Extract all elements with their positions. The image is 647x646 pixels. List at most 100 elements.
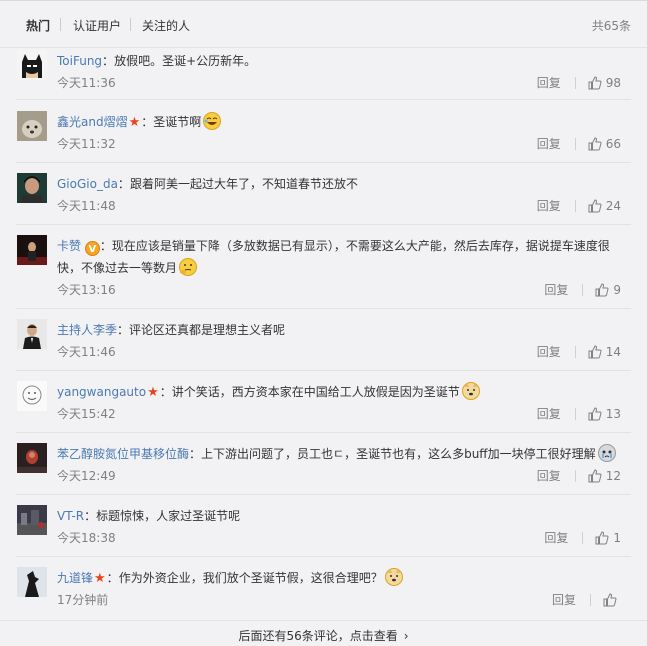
crying-emoji-icon — [597, 444, 616, 462]
chevron-right-icon: › — [403, 629, 409, 643]
comment-time: 今天11:32 — [57, 137, 116, 151]
comment-tabs: 热门 认证用户 关注的人 共65条 — [0, 0, 647, 48]
thumbs-up-icon[interactable] — [603, 592, 617, 607]
divider — [574, 137, 576, 150]
divider — [582, 531, 584, 544]
thumbs-up-icon[interactable] — [588, 75, 602, 90]
username[interactable]: ToiFung — [57, 54, 102, 68]
thumbs-up-icon[interactable] — [588, 406, 602, 421]
comment-time: 今天11:48 — [57, 199, 116, 213]
load-more-label: 后面还有56条评论，点击查看 — [238, 629, 398, 643]
divider — [574, 199, 576, 212]
silhouette-avatar[interactable] — [17, 567, 47, 597]
divider — [590, 593, 591, 606]
thinking-emoji-icon — [179, 258, 198, 276]
divider — [574, 345, 576, 358]
divider — [574, 76, 576, 89]
comment-actions: 回复 98 — [537, 74, 621, 91]
comment-time: 17分钟前 — [57, 593, 109, 607]
username[interactable]: 九道锋 — [57, 571, 93, 585]
comment-body: 跟着阿美一起过大年了，不知道春节还放不 — [129, 177, 358, 191]
like-count: 13 — [605, 406, 621, 421]
comment-item: GioGio_da：跟着阿美一起过大年了，不知道春节还放不 今天11:48 回复… — [16, 173, 631, 225]
load-more-comments[interactable]: 后面还有56条评论，点击查看 › — [0, 620, 647, 646]
tab-divider — [130, 18, 131, 31]
reply-button[interactable]: 回复 — [537, 135, 561, 152]
comment-actions: 回复 14 — [537, 343, 621, 360]
username[interactable]: VT-R — [57, 509, 84, 523]
colon: ： — [102, 54, 115, 68]
tab-following[interactable]: 关注的人 — [142, 17, 190, 34]
like-count: 12 — [605, 468, 621, 483]
comment-body: 现在应该是销量下降（多放数据已有显示），不需要这么大产能，然后去库存，据说提车速… — [57, 239, 610, 275]
comment-total: 共65条 — [591, 19, 631, 33]
username[interactable]: 主持人李季 — [57, 323, 117, 337]
reply-button[interactable]: 回复 — [537, 343, 561, 360]
tab-hot[interactable]: 热门 — [26, 17, 50, 34]
host-avatar[interactable] — [17, 319, 47, 349]
comment-body: 评论区还真都是理想主义者呢 — [129, 323, 286, 337]
divider — [582, 283, 584, 296]
batman-avatar[interactable] — [17, 50, 47, 80]
like-count: 14 — [605, 344, 621, 359]
username[interactable]: 苯乙醇胺氮位甲基移位酶 — [57, 447, 189, 461]
comment-item: 苯乙醇胺氮位甲基移位酶：上下游出问题了，员工也ㄷ，圣诞节也有，这么多buff加一… — [16, 443, 631, 495]
username[interactable]: 鑫光and熠熠 — [57, 115, 128, 129]
comment-body: 放假吧。圣诞+公历新年。 — [114, 54, 257, 68]
reply-button[interactable]: 回复 — [544, 281, 568, 298]
thumbs-up-icon[interactable] — [595, 530, 609, 545]
laughing-emoji-icon — [203, 112, 222, 130]
comment-actions: 回复 24 — [537, 197, 621, 214]
comment-item: 主持人李季：评论区还真都是理想主义者呢 今天11:46 回复 14 — [16, 319, 631, 371]
like-count: 24 — [605, 198, 621, 213]
comment-item: VT-R：标题惊悚，人家过圣诞节呢 今天18:38 回复 1 — [16, 505, 631, 557]
colon: ： — [117, 323, 130, 337]
comment-time: 今天11:46 — [57, 345, 116, 359]
username[interactable]: GioGio_da — [57, 177, 118, 191]
thumbs-up-icon[interactable] — [588, 468, 602, 483]
comment-text: 鑫光and熠熠★：圣诞节啊 — [57, 111, 627, 134]
username[interactable]: yangwangauto — [57, 385, 146, 399]
comment-time: 今天12:49 — [57, 469, 116, 483]
reply-button[interactable]: 回复 — [537, 467, 561, 484]
comment-text: 苯乙醇胺氮位甲基移位酶：上下游出问题了，员工也ㄷ，圣诞节也有，这么多buff加一… — [57, 443, 627, 465]
username[interactable]: 卡赞 — [57, 239, 81, 253]
red-avatar[interactable] — [17, 443, 47, 473]
person-avatar[interactable] — [17, 173, 47, 203]
reply-button[interactable]: 回复 — [537, 405, 561, 422]
divider — [574, 469, 576, 482]
comment-time: 今天13:16 — [57, 283, 116, 297]
colon: ： — [141, 115, 154, 129]
sketch-avatar[interactable] — [17, 381, 47, 411]
comment-text: 卡赞 V ：现在应该是销量下降（多放数据已有显示），不需要这么大产能，然后去库存，… — [57, 235, 627, 279]
comment-actions: 回复 — [552, 591, 621, 608]
comment-actions: 回复 1 — [544, 529, 621, 546]
comment-text: 九道锋★：作为外资企业，我们放个圣诞节假，这很合理吧？ — [57, 567, 627, 590]
comment-actions: 回复 12 — [537, 467, 621, 484]
dog-avatar[interactable] — [17, 111, 47, 141]
street-avatar[interactable] — [17, 505, 47, 535]
colon: ： — [99, 239, 112, 253]
tab-verified-users[interactable]: 认证用户 — [73, 17, 121, 34]
thumbs-up-icon[interactable] — [588, 198, 602, 213]
reply-button[interactable]: 回复 — [537, 74, 561, 91]
star-badge-icon: ★ — [147, 385, 159, 400]
reply-button[interactable]: 回复 — [552, 591, 576, 608]
thumbs-up-icon[interactable] — [588, 136, 602, 151]
comment-actions: 回复 13 — [537, 405, 621, 422]
reply-button[interactable]: 回复 — [537, 197, 561, 214]
like-count: 9 — [613, 282, 621, 297]
comment-text: GioGio_da：跟着阿美一起过大年了，不知道春节还放不 — [57, 173, 627, 195]
divider — [574, 407, 576, 420]
comment-text: VT-R：标题惊悚，人家过圣诞节呢 — [57, 505, 627, 527]
stage-avatar[interactable] — [17, 235, 47, 265]
doge-emoji-icon — [384, 568, 403, 586]
thumbs-up-icon[interactable] — [588, 344, 602, 359]
like-count: 66 — [605, 136, 621, 151]
star-badge-icon: ★ — [94, 571, 106, 586]
star-badge-icon: ★ — [128, 115, 141, 130]
reply-button[interactable]: 回复 — [544, 529, 568, 546]
comment-time: 今天18:38 — [57, 531, 116, 545]
thumbs-up-icon[interactable] — [595, 282, 609, 297]
like-count: 98 — [605, 75, 621, 90]
